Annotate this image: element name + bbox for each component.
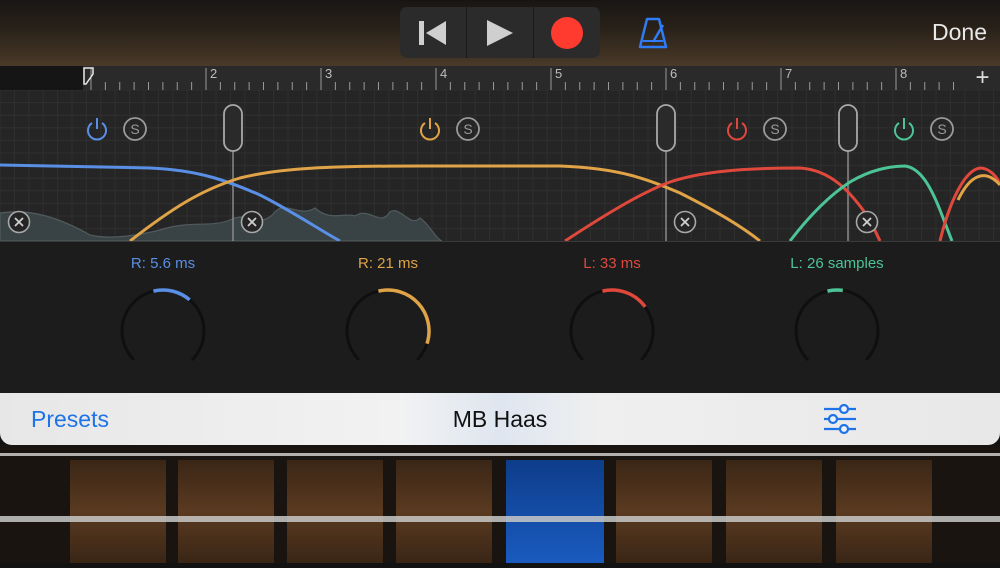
knob-level-arc	[827, 288, 844, 293]
band-1: R: 5.6 ms	[63, 242, 263, 272]
band-value-label: R: 21 ms	[357, 255, 418, 272]
play-button[interactable]	[467, 7, 534, 58]
power-icon[interactable]	[84, 116, 110, 142]
solo-icon[interactable]: S	[122, 116, 148, 142]
fret-cell	[726, 460, 822, 563]
transport-controls	[400, 7, 600, 58]
ruler-bar-number: 2	[210, 66, 217, 81]
done-button[interactable]: Done	[932, 19, 987, 46]
record-icon	[551, 16, 583, 49]
rewind-button[interactable]	[400, 7, 467, 58]
ruler-bar-number: 8	[900, 66, 907, 81]
solo-icon[interactable]: S	[929, 116, 955, 142]
power-icon[interactable]	[724, 116, 750, 142]
svg-text:S: S	[130, 121, 139, 137]
band-knob[interactable]	[792, 286, 882, 376]
plugin-footer: Presets MB Haas	[0, 393, 1000, 445]
band-value-label: L: 26 samples	[790, 255, 884, 272]
ruler-bar-number: 4	[440, 66, 447, 81]
rewind-to-start-icon	[419, 20, 446, 45]
solo-icon[interactable]: S	[762, 116, 788, 142]
graph-canvas	[0, 89, 1000, 243]
knob-level-arc	[602, 288, 647, 308]
band-graph[interactable]: S S S S	[0, 89, 1000, 243]
band-value-label: L: 33 ms	[583, 255, 641, 272]
remove-band-icon[interactable]	[240, 210, 264, 234]
add-section-button[interactable]: +	[965, 66, 1000, 90]
ruler-bar-number: 6	[670, 66, 677, 81]
power-icon[interactable]	[891, 116, 917, 142]
ruler-bar-number: 7	[785, 66, 792, 81]
top-toolbar: Done	[0, 0, 1000, 66]
fret-cell	[178, 460, 274, 563]
svg-text:S: S	[463, 121, 472, 137]
ruler-spacer	[0, 66, 83, 90]
fret-cell	[70, 460, 166, 563]
band-knob[interactable]	[118, 286, 208, 376]
band-knob[interactable]	[343, 286, 433, 376]
fret-cell	[616, 460, 712, 563]
band-2: R: 21 ms	[288, 242, 488, 272]
band-3: L: 33 ms	[512, 242, 712, 272]
timeline-ruler[interactable]: 2 3 4 5 6 7 8	[83, 66, 965, 90]
remove-band-icon[interactable]	[7, 210, 31, 234]
instrument-fretboard[interactable]	[0, 445, 1000, 563]
fretboard-graphic	[0, 445, 1000, 563]
ruler-bar-number: 3	[325, 66, 332, 81]
ruler-ticks: 2 3 4 5 6 7 8	[83, 66, 954, 90]
fret-cell	[836, 460, 932, 563]
fret-cell-selected	[506, 460, 604, 563]
play-icon	[487, 19, 513, 46]
band-knob[interactable]	[567, 286, 657, 376]
sliders-icon[interactable]	[822, 403, 858, 435]
fret-cell	[396, 460, 492, 563]
playhead-marker	[83, 67, 94, 85]
solo-icon[interactable]: S	[455, 116, 481, 142]
remove-band-icon[interactable]	[673, 210, 697, 234]
ruler-bar-number: 5	[555, 66, 562, 81]
band-value-label: R: 5.6 ms	[130, 255, 196, 272]
svg-text:S: S	[937, 121, 946, 137]
metronome-icon	[638, 17, 668, 49]
band-knobs-panel: R: 5.6 ms R: 21 ms L: 33 ms L: 26 sample…	[0, 241, 1000, 394]
knob-level-arc	[378, 288, 431, 345]
knob-level-arc	[153, 288, 191, 302]
metronome-button[interactable]	[633, 13, 673, 53]
band-4: L: 26 samples	[737, 242, 937, 272]
power-icon[interactable]	[417, 116, 443, 142]
svg-text:S: S	[770, 121, 779, 137]
fret-cell	[287, 460, 383, 563]
remove-band-icon[interactable]	[855, 210, 879, 234]
record-button[interactable]	[534, 7, 600, 58]
